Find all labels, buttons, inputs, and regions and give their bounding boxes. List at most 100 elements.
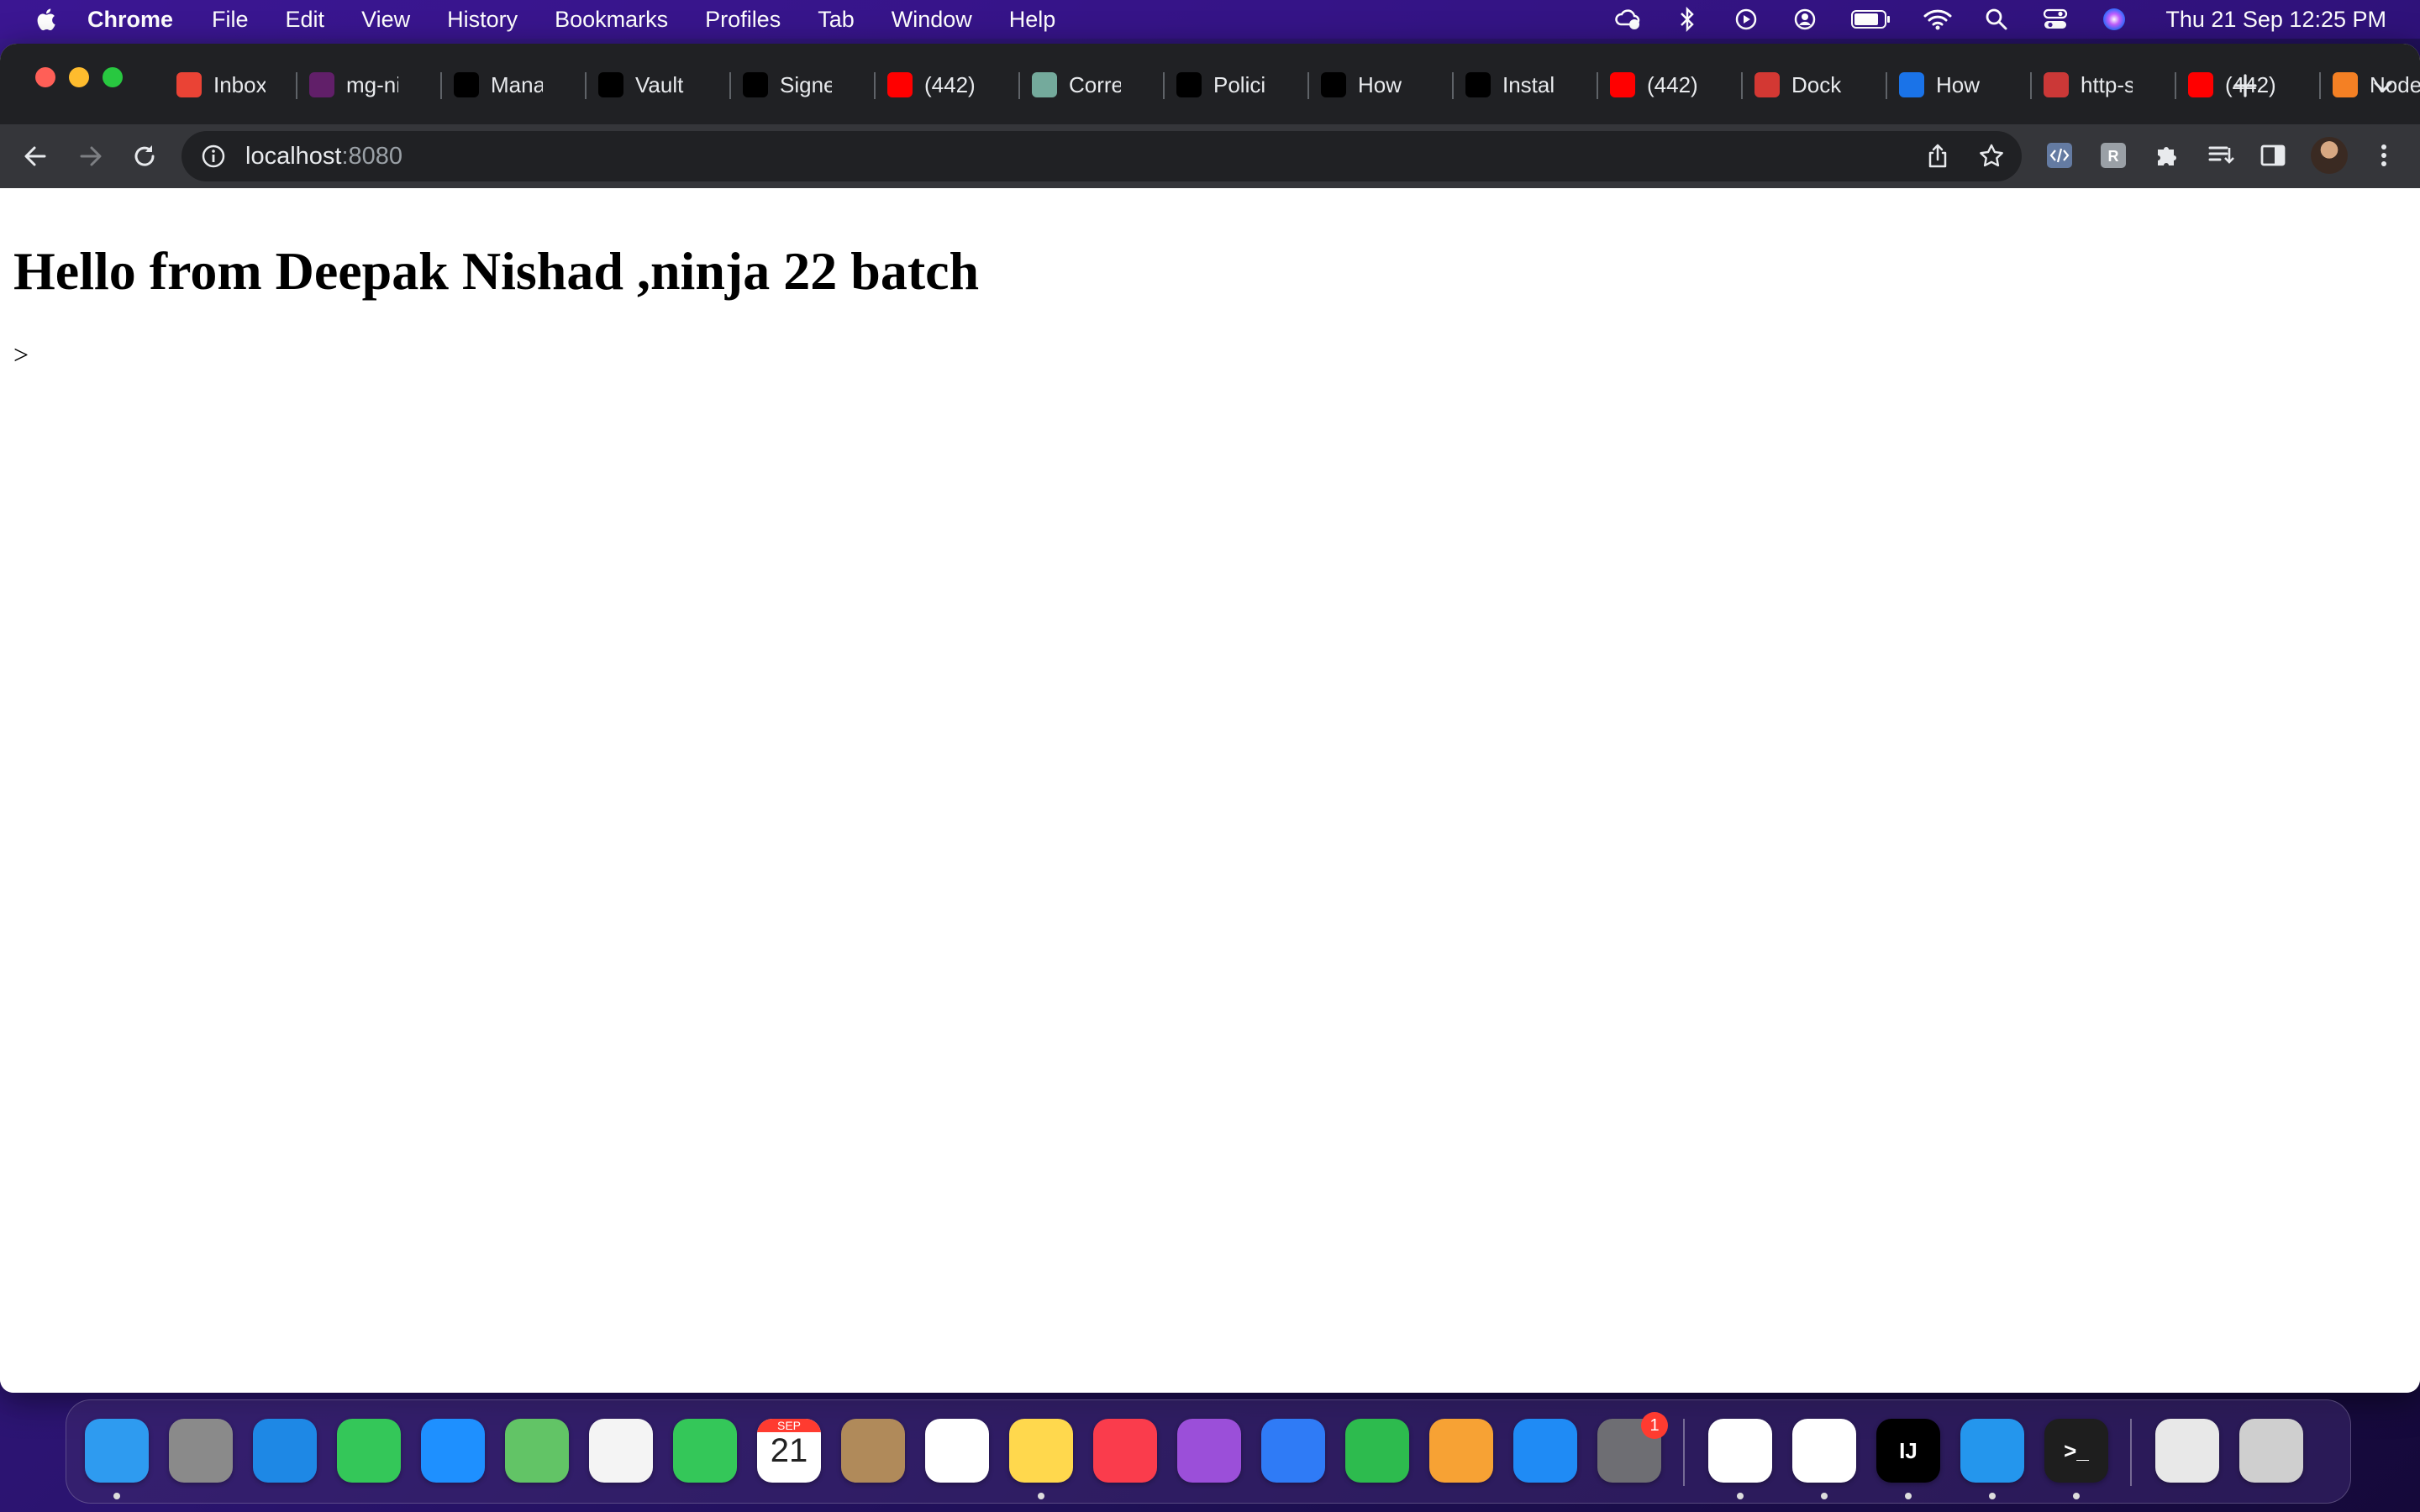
- tab-15[interactable]: Node: [2321, 59, 2420, 111]
- trash-icon[interactable]: [2239, 1419, 2303, 1483]
- reminders-icon[interactable]: [925, 1419, 989, 1483]
- tab-search-chevron-icon[interactable]: [2371, 76, 2395, 99]
- youtube-icon: [1610, 72, 1635, 97]
- menu-view[interactable]: View: [361, 7, 410, 33]
- chrome-window: Inbox mg-ni Mana Vault Signe (442) Corre Polici…: [0, 44, 2420, 1393]
- photos-icon[interactable]: [589, 1419, 653, 1483]
- tab-3[interactable]: Vault: [587, 59, 731, 111]
- intellij-icon[interactable]: IJ: [1876, 1419, 1940, 1483]
- back-button[interactable]: [18, 139, 52, 173]
- tab-11[interactable]: Dock: [1743, 59, 1887, 111]
- minimize-window-button[interactable]: [69, 67, 89, 87]
- maps-icon[interactable]: [505, 1419, 569, 1483]
- tab-10[interactable]: (442): [1598, 59, 1743, 111]
- facetime-icon[interactable]: [673, 1419, 737, 1483]
- share-icon[interactable]: [1924, 143, 1951, 170]
- finder-icon[interactable]: [85, 1419, 149, 1483]
- tab-8[interactable]: How: [1309, 59, 1454, 111]
- user-account-icon[interactable]: [1791, 7, 1819, 32]
- calendar-icon[interactable]: SEP 21: [757, 1419, 821, 1483]
- slack-icon: [309, 72, 334, 97]
- tab-title: Mana: [491, 71, 543, 97]
- gmail-icon: [176, 72, 202, 97]
- system-settings-icon[interactable]: 1: [1597, 1412, 1668, 1483]
- battery-icon[interactable]: [1849, 7, 1893, 32]
- menu-file[interactable]: File: [212, 7, 249, 33]
- keynote-icon[interactable]: [1261, 1419, 1325, 1483]
- hash-extension-icon[interactable]: R: [2097, 139, 2129, 171]
- terminal-icon[interactable]: >_: [2044, 1419, 2108, 1483]
- bookmark-star-icon[interactable]: [1978, 143, 2005, 170]
- control-center-icon[interactable]: [2041, 7, 2070, 32]
- music-icon[interactable]: [1093, 1419, 1157, 1483]
- menu-history[interactable]: History: [447, 7, 518, 33]
- url-text[interactable]: localhost:8080: [245, 143, 402, 171]
- tab-6[interactable]: Corre: [1020, 59, 1165, 111]
- numbers-icon[interactable]: [1345, 1419, 1409, 1483]
- chatgpt-icon: [1032, 72, 1057, 97]
- address-bar[interactable]: localhost:8080: [182, 131, 2022, 181]
- tab-title: Instal: [1502, 71, 1555, 97]
- menu-help[interactable]: Help: [1009, 7, 1056, 33]
- forward-button[interactable]: [74, 139, 108, 173]
- downloads-folder-icon[interactable]: [2155, 1419, 2219, 1483]
- close-window-button[interactable]: [35, 67, 55, 87]
- menu-edit[interactable]: Edit: [286, 7, 325, 33]
- tab-1[interactable]: mg-ni: [297, 59, 442, 111]
- new-tab-button[interactable]: [2230, 71, 2260, 101]
- chrome-icon[interactable]: [1708, 1419, 1772, 1483]
- menu-profiles[interactable]: Profiles: [705, 7, 781, 33]
- dock-separator: [2130, 1419, 2132, 1486]
- wifi-icon[interactable]: [1923, 7, 1952, 32]
- safari-icon[interactable]: [253, 1419, 317, 1483]
- tab-4[interactable]: Signe: [731, 59, 876, 111]
- svg-text:R: R: [2108, 148, 2119, 165]
- menu-window[interactable]: Window: [892, 7, 972, 33]
- tab-title: How: [1936, 71, 1981, 97]
- tab-12[interactable]: How: [1887, 59, 2032, 111]
- menu-app-chrome[interactable]: Chrome: [87, 7, 173, 33]
- tab-7[interactable]: Polici: [1165, 59, 1309, 111]
- zoom-window-button[interactable]: [103, 67, 123, 87]
- notes-icon[interactable]: [1009, 1419, 1073, 1483]
- podcasts-icon[interactable]: [1177, 1419, 1241, 1483]
- launchpad-icon[interactable]: [169, 1419, 233, 1483]
- app-store-icon[interactable]: [1513, 1419, 1577, 1483]
- siri-icon[interactable]: [2100, 7, 2128, 32]
- contacts-icon[interactable]: [841, 1419, 905, 1483]
- reload-button[interactable]: [128, 139, 161, 173]
- page-content: Hello from Deepak Nishad ,ninja 22 batch…: [0, 188, 2420, 1393]
- url-host: localhost: [245, 142, 342, 170]
- pages-icon[interactable]: [1429, 1419, 1493, 1483]
- tab-2[interactable]: Mana: [442, 59, 587, 111]
- tab-9[interactable]: Instal: [1454, 59, 1598, 111]
- running-indicator: [113, 1493, 120, 1499]
- spotlight-search-icon[interactable]: [1982, 7, 2011, 32]
- dev-extension-icon[interactable]: [2044, 139, 2075, 171]
- now-playing-icon[interactable]: [1732, 7, 1760, 32]
- tab-title: How: [1358, 71, 1402, 97]
- tab-13[interactable]: http-s: [2032, 59, 2176, 111]
- tab-title: Dock: [1791, 71, 1842, 97]
- cloud-sync-icon[interactable]: [1614, 7, 1643, 32]
- tab-title: Polici: [1213, 71, 1265, 97]
- reading-list-icon[interactable]: [2205, 139, 2237, 171]
- more-menu-icon[interactable]: [2368, 139, 2400, 171]
- menubar-clock[interactable]: Thu 21 Sep 12:25 PM: [2165, 7, 2386, 33]
- tab-5[interactable]: (442): [876, 59, 1020, 111]
- menu-tab[interactable]: Tab: [818, 7, 855, 33]
- docker-icon[interactable]: [1960, 1419, 2024, 1483]
- side-panel-icon[interactable]: [2257, 139, 2289, 171]
- hashicorp-icon: [1176, 72, 1202, 97]
- dock-icon-label: >_: [2064, 1437, 2089, 1463]
- tab-0[interactable]: Inbox: [165, 59, 297, 111]
- bluetooth-icon[interactable]: [1673, 7, 1702, 32]
- vscode-icon[interactable]: [1792, 1419, 1856, 1483]
- apple-logo-icon[interactable]: [34, 7, 57, 32]
- menu-bookmarks[interactable]: Bookmarks: [555, 7, 668, 33]
- profile-avatar[interactable]: [2311, 137, 2348, 174]
- messages-icon[interactable]: [337, 1419, 401, 1483]
- extensions-puzzle-icon[interactable]: [2151, 139, 2183, 171]
- site-info-icon[interactable]: [200, 143, 227, 170]
- mail-icon[interactable]: [421, 1419, 485, 1483]
